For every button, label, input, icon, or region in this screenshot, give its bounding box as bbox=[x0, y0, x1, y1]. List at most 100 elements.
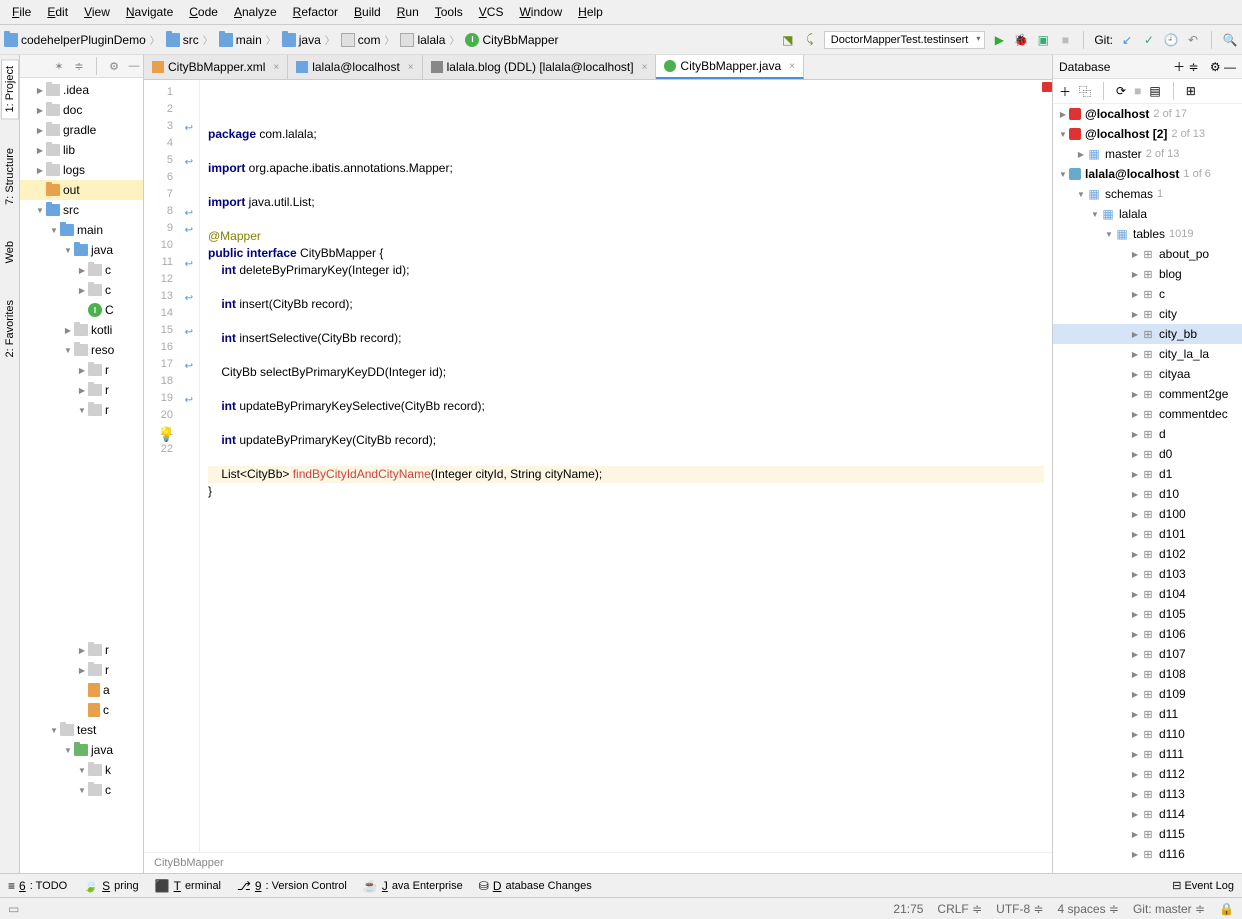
menu-view[interactable]: View bbox=[76, 2, 118, 22]
new-icon[interactable]: ＋ bbox=[1059, 83, 1071, 100]
update-icon[interactable]: ↙ bbox=[1119, 32, 1135, 48]
db-table[interactable]: ▶⊞d112 bbox=[1053, 764, 1242, 784]
collapse-icon[interactable]: ≑ bbox=[72, 59, 86, 73]
hammer2-icon[interactable]: ⤹ bbox=[802, 32, 818, 48]
bottom-tab[interactable]: ☕ Java Enterprise bbox=[363, 879, 463, 893]
coverage-icon[interactable]: ▣ bbox=[1035, 32, 1051, 48]
datasource[interactable]: ▶@localhost2 of 17 bbox=[1053, 104, 1242, 124]
db-table[interactable]: ▶⊞cityaa bbox=[1053, 364, 1242, 384]
menu-tools[interactable]: Tools bbox=[427, 2, 471, 22]
tree-item[interactable]: ▶lib bbox=[20, 140, 143, 160]
bottom-tab[interactable]: ≡ 6: TODO bbox=[8, 879, 67, 893]
tree-item[interactable]: ▼r bbox=[20, 400, 143, 420]
db-table[interactable]: ▶⊞d115 bbox=[1053, 824, 1242, 844]
db-table[interactable]: ▶⊞city bbox=[1053, 304, 1242, 324]
tree-item[interactable]: ▶r bbox=[20, 380, 143, 400]
db-table[interactable]: ▶⊞d106 bbox=[1053, 624, 1242, 644]
db-table[interactable]: ▶⊞c bbox=[1053, 284, 1242, 304]
left-tab[interactable]: 7: Structure bbox=[1, 141, 19, 212]
run-icon[interactable]: ▶ bbox=[991, 32, 1007, 48]
tree-item[interactable]: a bbox=[20, 680, 143, 700]
editor-tab[interactable]: lalala.blog (DDL) [lalala@localhost]× bbox=[423, 55, 657, 79]
commit-icon[interactable]: ✓ bbox=[1141, 32, 1157, 48]
menu-code[interactable]: Code bbox=[181, 2, 226, 22]
hammer-icon[interactable]: ⬔ bbox=[780, 32, 796, 48]
db-table[interactable]: ▶⊞d105 bbox=[1053, 604, 1242, 624]
db-table[interactable]: ▶⊞d108 bbox=[1053, 664, 1242, 684]
tree-item[interactable]: ▶c bbox=[20, 260, 143, 280]
file-encoding[interactable]: UTF-8 ≑ bbox=[996, 902, 1043, 916]
db-table[interactable]: ▶⊞d111 bbox=[1053, 744, 1242, 764]
indent[interactable]: 4 spaces ≑ bbox=[1058, 902, 1119, 916]
tree-item[interactable]: IC bbox=[20, 300, 143, 320]
gutter[interactable]: 123↩45↩678↩9↩1011↩1213↩1415↩1617↩1819↩20… bbox=[144, 80, 200, 852]
db-node[interactable]: ▼▦tables1019 bbox=[1053, 224, 1242, 244]
db-table[interactable]: ▶⊞city_bb bbox=[1053, 324, 1242, 344]
tree-item[interactable]: ▶logs bbox=[20, 160, 143, 180]
status-icon[interactable]: ▭ bbox=[8, 902, 19, 916]
db-table[interactable]: ▶⊞d0 bbox=[1053, 444, 1242, 464]
db-table[interactable]: ▶⊞d114 bbox=[1053, 804, 1242, 824]
close-tab-icon[interactable]: × bbox=[789, 61, 795, 72]
search-icon[interactable]: 🔍 bbox=[1222, 32, 1238, 48]
editor-tab[interactable]: CityBbMapper.xml× bbox=[144, 55, 288, 79]
gear-icon[interactable]: ⚙ bbox=[107, 59, 121, 73]
revert-icon[interactable]: ↶ bbox=[1185, 32, 1201, 48]
db-table[interactable]: ▶⊞d113 bbox=[1053, 784, 1242, 804]
code-area[interactable]: package com.lalala;import org.apache.iba… bbox=[200, 80, 1052, 852]
filter-icon[interactable]: ≑ bbox=[1188, 60, 1198, 74]
db-table[interactable]: ▶⊞city_la_la bbox=[1053, 344, 1242, 364]
datasource[interactable]: ▼@localhost [2]2 of 13 bbox=[1053, 124, 1242, 144]
db-table[interactable]: ▶⊞d bbox=[1053, 424, 1242, 444]
db-table[interactable]: ▶⊞d110 bbox=[1053, 724, 1242, 744]
tree-item[interactable]: ▶r bbox=[20, 640, 143, 660]
menu-run[interactable]: Run bbox=[389, 2, 427, 22]
tree-item[interactable]: ▶.idea bbox=[20, 80, 143, 100]
breadcrumb-item[interactable]: main bbox=[219, 32, 280, 47]
bottom-tab[interactable]: ⬛ Terminal bbox=[155, 879, 221, 893]
duplicate-icon[interactable]: ⿻ bbox=[1079, 83, 1091, 100]
bottom-tab[interactable]: 🍃 Spring bbox=[83, 879, 138, 893]
tree-item[interactable]: ▶doc bbox=[20, 100, 143, 120]
project-tree[interactable]: ▶.idea▶doc▶gradle▶lib▶logsout▼src▼main▼j… bbox=[20, 78, 143, 873]
db-table[interactable]: ▶⊞d109 bbox=[1053, 684, 1242, 704]
menu-navigate[interactable]: Navigate bbox=[118, 2, 181, 22]
lock-icon[interactable]: 🔒 bbox=[1219, 902, 1234, 916]
tree-item[interactable]: out bbox=[20, 180, 143, 200]
line-separator[interactable]: CRLF ≑ bbox=[937, 902, 982, 916]
target-icon[interactable]: ✶ bbox=[52, 59, 66, 73]
db-table[interactable]: ▶⊞d100 bbox=[1053, 504, 1242, 524]
git-branch[interactable]: Git: master ≑ bbox=[1133, 902, 1205, 916]
db-hide-icon[interactable]: — bbox=[1224, 60, 1236, 74]
editor-body[interactable]: 123↩45↩678↩9↩1011↩1213↩1415↩1617↩1819↩20… bbox=[144, 80, 1052, 852]
tree-item[interactable]: ▶r bbox=[20, 660, 143, 680]
db-table[interactable]: ▶⊞d116 bbox=[1053, 844, 1242, 864]
menu-edit[interactable]: Edit bbox=[39, 2, 76, 22]
database-tree[interactable]: ▶@localhost2 of 17▼@localhost [2]2 of 13… bbox=[1053, 104, 1242, 873]
menu-vcs[interactable]: VCS bbox=[471, 2, 512, 22]
db-table[interactable]: ▶⊞d103 bbox=[1053, 564, 1242, 584]
db-table[interactable]: ▶⊞d102 bbox=[1053, 544, 1242, 564]
breadcrumb-item[interactable]: lalala bbox=[400, 32, 463, 47]
menu-analyze[interactable]: Analyze bbox=[226, 2, 285, 22]
db-node[interactable]: ▼▦lalala bbox=[1053, 204, 1242, 224]
run-config-selector[interactable]: DoctorMapperTest.testinsert bbox=[824, 31, 986, 49]
close-tab-icon[interactable]: × bbox=[642, 62, 648, 73]
event-log-tab[interactable]: ⊟ Event Log bbox=[1172, 879, 1234, 892]
tree-item[interactable]: ▼reso bbox=[20, 340, 143, 360]
menu-refactor[interactable]: Refactor bbox=[285, 2, 346, 22]
db-table[interactable]: ▶⊞d11 bbox=[1053, 704, 1242, 724]
tree-item[interactable]: ▼java bbox=[20, 240, 143, 260]
tree-item[interactable]: c bbox=[20, 700, 143, 720]
editor-tab[interactable]: CityBbMapper.java× bbox=[656, 55, 804, 79]
editor-tab[interactable]: lalala@localhost× bbox=[288, 55, 422, 79]
db-table[interactable]: ▶⊞d104 bbox=[1053, 584, 1242, 604]
db-table[interactable]: ▶⊞comment2ge bbox=[1053, 384, 1242, 404]
tree-item[interactable]: ▶r bbox=[20, 360, 143, 380]
stop-icon[interactable]: ■ bbox=[1057, 32, 1073, 48]
left-tab[interactable]: 2: Favorites bbox=[1, 293, 19, 364]
left-tab[interactable]: 1: Project bbox=[1, 59, 19, 119]
tree-item[interactable]: ▼k bbox=[20, 760, 143, 780]
left-tab[interactable]: Web bbox=[1, 234, 19, 270]
breadcrumb-item[interactable]: codehelperPluginDemo bbox=[4, 32, 164, 47]
